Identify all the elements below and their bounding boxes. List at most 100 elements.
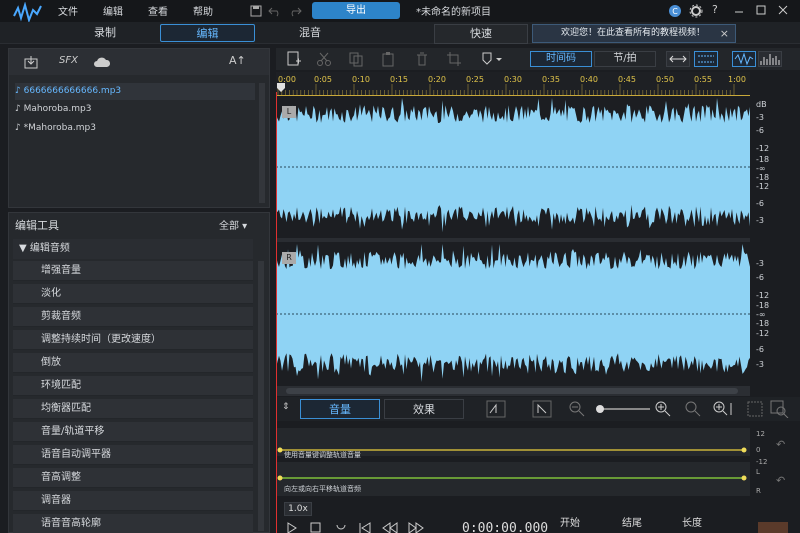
file-item[interactable]: ♪ Mahoroba.mp3 xyxy=(15,101,91,118)
tool-item[interactable]: 剪裁音频 xyxy=(13,307,253,327)
help-icon[interactable]: ? xyxy=(712,3,718,16)
library-scrollbar[interactable] xyxy=(259,83,265,203)
cut-icon[interactable] xyxy=(316,51,332,67)
pan-envelope-track[interactable]: 向左或向右平移轨道音频 xyxy=(276,462,750,496)
marker-dropdown-icon[interactable] xyxy=(480,51,502,67)
volume-envelope-label: 使用音量键调整轨道音量 xyxy=(284,451,361,459)
tool-item[interactable]: 倒放 xyxy=(13,353,253,373)
tool-item[interactable]: 均衡器匹配 xyxy=(13,399,253,419)
fit-view-icon[interactable] xyxy=(746,400,764,418)
loop-icon[interactable] xyxy=(334,522,348,533)
collapse-panel-icon[interactable]: ⇕ xyxy=(282,402,290,412)
timeline-ticks xyxy=(277,84,735,95)
zoom-in-icon[interactable] xyxy=(654,400,672,418)
library-toolbar: SFX A↑ xyxy=(9,49,269,75)
tool-item[interactable]: 音高调整 xyxy=(13,468,253,488)
file-item[interactable]: ♪ *Mahoroba.mp3 xyxy=(15,120,96,137)
zoom-fit-icon[interactable] xyxy=(684,400,702,418)
timeline-ruler[interactable]: 0:00 0:05 0:10 0:15 0:20 0:25 0:30 0:35 … xyxy=(276,72,750,96)
tool-item[interactable]: 调整持续时间（更改速度） xyxy=(13,330,253,350)
maximize-icon[interactable] xyxy=(756,5,766,15)
column-end: 结尾 xyxy=(622,518,642,529)
tool-item[interactable]: 语音音高轮廓 xyxy=(13,514,253,533)
menu-file[interactable]: 文件 xyxy=(58,3,78,18)
save-icon[interactable] xyxy=(250,5,262,17)
fade-in-icon[interactable] xyxy=(486,400,506,418)
tool-item[interactable]: 音量/轨道平移 xyxy=(13,422,253,442)
zoom-slider[interactable] xyxy=(598,408,650,410)
waveform-area[interactable]: L R xyxy=(276,96,750,386)
tab-mix[interactable]: 混音 xyxy=(265,24,355,42)
tab-volume[interactable]: 音量 xyxy=(300,399,380,419)
beat-toggle[interactable]: 节/拍 xyxy=(594,51,656,67)
waveform-view-icon[interactable] xyxy=(732,51,756,67)
play-icon[interactable] xyxy=(286,522,298,533)
speed-button[interactable]: 1.0x xyxy=(284,502,312,516)
cloud-icon[interactable] xyxy=(93,56,111,68)
volume-envelope-track[interactable]: 使用音量键调整轨道音量 xyxy=(276,428,750,459)
tab-record[interactable]: 录制 xyxy=(60,24,150,42)
ripple-icon[interactable] xyxy=(694,51,718,67)
tool-item[interactable]: 调音器 xyxy=(13,491,253,511)
new-doc-icon[interactable] xyxy=(286,51,302,67)
tooltip-close-icon[interactable]: × xyxy=(720,25,729,42)
horizontal-scrollbar[interactable] xyxy=(276,386,750,396)
menu-edit[interactable]: 编辑 xyxy=(103,3,123,18)
transport-bar: 1.0x 0:00:00.000 开始 结尾 长度 xyxy=(276,500,800,533)
skip-back-icon[interactable] xyxy=(358,522,372,533)
font-size-button[interactable]: A↑ xyxy=(229,54,246,67)
reset-pan-icon[interactable]: ↶ xyxy=(776,474,785,487)
music-note-icon: ♪ xyxy=(15,86,21,96)
editor-toolbar: 时间码 节/拍 xyxy=(276,48,800,70)
export-button[interactable]: 导出 xyxy=(312,2,400,19)
snap-icon[interactable] xyxy=(666,51,690,67)
fast-button[interactable]: 快速 xyxy=(434,24,528,44)
playhead-marker-icon[interactable] xyxy=(276,82,286,94)
tool-item[interactable]: 语音自动调平器 xyxy=(13,445,253,465)
sfx-button[interactable]: SFX xyxy=(59,55,78,66)
tool-item[interactable]: 淡化 xyxy=(13,284,253,304)
gear-icon[interactable] xyxy=(689,4,703,18)
close-icon[interactable] xyxy=(778,5,788,15)
timecode-toggle[interactable]: 时间码 xyxy=(530,51,592,67)
minimize-icon[interactable] xyxy=(734,6,744,16)
tab-effects[interactable]: 效果 xyxy=(384,399,464,419)
undo-icon[interactable] xyxy=(268,5,282,17)
tool-item[interactable]: 增强音量 xyxy=(13,261,253,281)
redo-icon[interactable] xyxy=(288,5,302,17)
fade-out-icon[interactable] xyxy=(532,400,552,418)
paste-icon[interactable] xyxy=(380,51,396,67)
tool-item[interactable]: 环境匹配 xyxy=(13,376,253,396)
tools-filter-dropdown[interactable]: 全部 ▾ xyxy=(219,217,247,232)
document-title: *未命名的新项目 xyxy=(416,7,491,18)
copy-icon[interactable] xyxy=(348,51,364,67)
reset-volume-icon[interactable]: ↶ xyxy=(776,438,785,451)
env-scale-label: -12 xyxy=(756,458,768,466)
zoom-selection-icon[interactable] xyxy=(770,400,790,418)
tools-group-header[interactable]: ▼ 编辑音频 xyxy=(13,239,253,259)
rewind-icon[interactable] xyxy=(382,522,398,533)
import-icon[interactable] xyxy=(23,55,39,69)
scrollbar-thumb[interactable] xyxy=(286,388,738,394)
file-item[interactable]: ♪ 6666666666666.mp3 xyxy=(15,83,255,100)
music-note-icon: ♪ xyxy=(15,123,21,133)
spectrum-view-icon[interactable] xyxy=(758,51,782,67)
file-name: Mahoroba.mp3 xyxy=(23,104,92,114)
menu-view[interactable]: 查看 xyxy=(148,3,168,18)
fast-forward-icon[interactable] xyxy=(408,522,424,533)
waveform-canvas[interactable] xyxy=(276,96,750,386)
db-label: -∞ xyxy=(756,164,766,173)
tools-scrollbar[interactable] xyxy=(258,261,264,531)
title-bar: 文件 编辑 查看 帮助 导出 *未命名的新项目 C ? xyxy=(0,0,800,22)
menu-help[interactable]: 帮助 xyxy=(193,3,213,18)
delete-icon[interactable] xyxy=(414,51,430,67)
tab-edit[interactable]: 编辑 xyxy=(160,24,255,42)
stop-icon[interactable] xyxy=(310,522,322,533)
db-label: -18 xyxy=(756,301,770,310)
account-icon[interactable]: C xyxy=(668,4,682,18)
zoom-slider-handle[interactable] xyxy=(596,405,604,413)
zoom-out-icon[interactable] xyxy=(568,400,586,418)
crop-icon[interactable] xyxy=(446,51,462,67)
tutorial-tooltip: 欢迎您！在此查看所有的教程视频！ × xyxy=(532,24,736,43)
vertical-zoom-icon[interactable] xyxy=(712,400,734,418)
